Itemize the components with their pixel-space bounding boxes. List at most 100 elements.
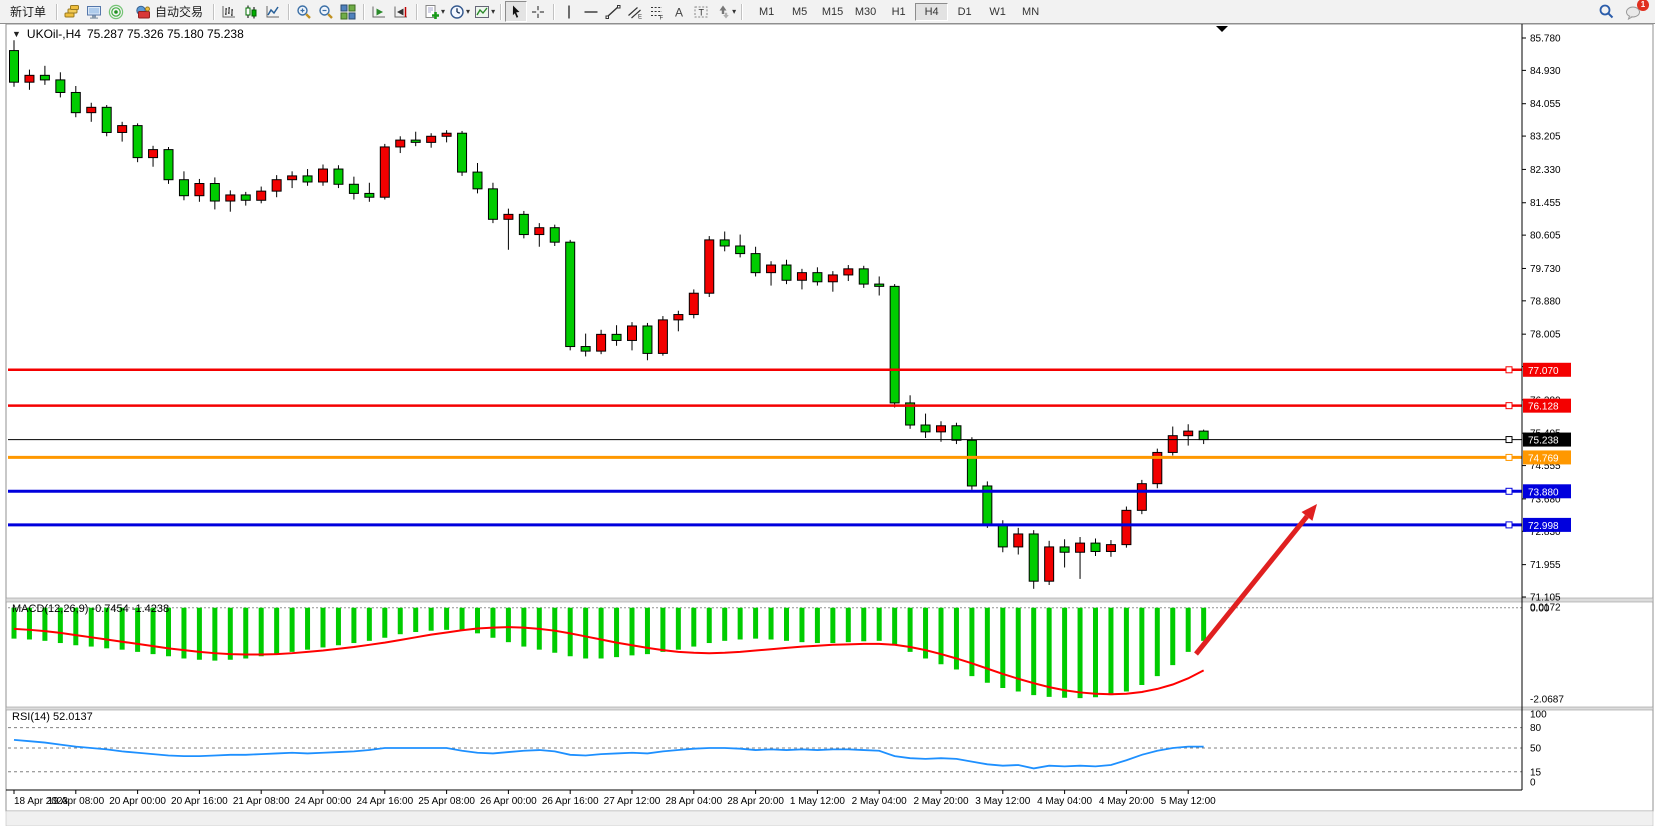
- cursor-icon[interactable]: [505, 1, 527, 22]
- svg-text:77.070: 77.070: [1528, 366, 1559, 377]
- chart-menu-icon[interactable]: ▼: [12, 29, 21, 39]
- timeframe-m30[interactable]: M30: [849, 3, 882, 21]
- separator: [500, 4, 501, 20]
- svg-text:78.005: 78.005: [1530, 330, 1561, 341]
- svg-text:-2.0687: -2.0687: [1530, 695, 1564, 706]
- hline-icon[interactable]: [580, 1, 602, 22]
- svg-text:80: 80: [1530, 723, 1542, 734]
- chart-symbol: UKOil-,H4: [27, 27, 81, 41]
- new-order-label: 新订单: [10, 3, 46, 20]
- svg-text:78.880: 78.880: [1530, 296, 1561, 307]
- chat-icon[interactable]: 1: [1623, 1, 1645, 22]
- svg-text:25 Apr 08:00: 25 Apr 08:00: [418, 796, 475, 807]
- signal-icon[interactable]: [105, 1, 127, 22]
- vline-icon[interactable]: [558, 1, 580, 22]
- svg-text:84.055: 84.055: [1530, 99, 1561, 110]
- svg-text:5 May 12:00: 5 May 12:00: [1161, 796, 1216, 807]
- svg-text:84.930: 84.930: [1530, 66, 1561, 77]
- timeframe-toolbar: M1M5M15M30H1H4D1W1MN: [750, 3, 1047, 21]
- arrows-icon[interactable]: [712, 1, 734, 22]
- svg-text:2 May 04:00: 2 May 04:00: [852, 796, 907, 807]
- svg-text:85.780: 85.780: [1530, 34, 1561, 45]
- timeframe-h1[interactable]: H1: [882, 3, 915, 21]
- zoom-out-icon[interactable]: [315, 1, 337, 22]
- autotrading-label: 自动交易: [155, 3, 203, 20]
- svg-text:27 Apr 12:00: 27 Apr 12:00: [604, 796, 661, 807]
- channel-icon[interactable]: E: [624, 1, 646, 22]
- navigator-icon[interactable]: [83, 1, 105, 22]
- svg-text:20 Apr 00:00: 20 Apr 00:00: [109, 796, 166, 807]
- svg-text:1 May 12:00: 1 May 12:00: [790, 796, 845, 807]
- svg-text:0.00: 0.00: [1530, 603, 1550, 614]
- svg-text:A: A: [675, 5, 683, 19]
- crosshair-icon[interactable]: [527, 1, 549, 22]
- market-watch-icon[interactable]: [61, 1, 83, 22]
- chart-shift-icon[interactable]: [390, 1, 412, 22]
- svg-text:20 Apr 16:00: 20 Apr 16:00: [171, 796, 228, 807]
- timeframe-h4[interactable]: H4: [915, 3, 948, 21]
- svg-text:28 Apr 20:00: 28 Apr 20:00: [727, 796, 784, 807]
- separator: [288, 4, 289, 20]
- svg-text:100: 100: [1530, 710, 1547, 721]
- text-icon[interactable]: A: [668, 1, 690, 22]
- timeframe-mn[interactable]: MN: [1014, 3, 1047, 21]
- chart-ohlc: 75.287 75.326 75.180 75.238: [87, 27, 244, 41]
- svg-text:74.769: 74.769: [1528, 453, 1559, 464]
- timeframe-d1[interactable]: D1: [948, 3, 981, 21]
- svg-text:24 Apr 00:00: 24 Apr 00:00: [295, 796, 352, 807]
- svg-text:2 May 20:00: 2 May 20:00: [913, 796, 968, 807]
- macd-label: MACD(12,26,9) -0.7454 -1.4238: [12, 603, 169, 615]
- timeframe-m1[interactable]: M1: [750, 3, 783, 21]
- timeframe-m15[interactable]: M15: [816, 3, 849, 21]
- separator: [213, 4, 214, 20]
- svg-text:E: E: [638, 14, 642, 20]
- svg-text:19 Apr 08:00: 19 Apr 08:00: [47, 796, 104, 807]
- svg-text:76.128: 76.128: [1528, 402, 1559, 413]
- svg-text:26 Apr 00:00: 26 Apr 00:00: [480, 796, 537, 807]
- toolbar: 新订单 自动交易: [0, 0, 1655, 24]
- period-icon[interactable]: [446, 1, 468, 22]
- template-icon[interactable]: [471, 1, 493, 22]
- svg-text:3 May 12:00: 3 May 12:00: [975, 796, 1030, 807]
- auto-scroll-icon[interactable]: [368, 1, 390, 22]
- fibonacci-icon[interactable]: F: [646, 1, 668, 22]
- zoom-in-icon[interactable]: [293, 1, 315, 22]
- svg-text:81.455: 81.455: [1530, 198, 1561, 209]
- svg-text:T: T: [699, 7, 705, 17]
- svg-text:0: 0: [1530, 778, 1536, 789]
- autotrading-icon: [133, 1, 152, 22]
- svg-text:79.730: 79.730: [1530, 264, 1561, 275]
- separator: [553, 4, 554, 20]
- chart-title: ▼ UKOil-,H4 75.287 75.326 75.180 75.238: [12, 27, 244, 41]
- bar-chart-icon[interactable]: [218, 1, 240, 22]
- autotrading-button[interactable]: 自动交易: [127, 2, 209, 21]
- chart-canvas[interactable]: 85.78084.93084.05583.20582.33081.45580.6…: [0, 0, 1655, 826]
- svg-text:71.955: 71.955: [1530, 560, 1561, 571]
- svg-text:75.238: 75.238: [1528, 436, 1559, 447]
- svg-text:72.998: 72.998: [1528, 521, 1559, 532]
- svg-text:80.605: 80.605: [1530, 231, 1561, 242]
- svg-text:4 May 20:00: 4 May 20:00: [1099, 796, 1154, 807]
- timeframe-w1[interactable]: W1: [981, 3, 1014, 21]
- add-indicator-icon[interactable]: [421, 1, 443, 22]
- separator: [416, 4, 417, 20]
- mt4-window: 新订单 自动交易: [0, 0, 1655, 826]
- notification-badge: 1: [1637, 0, 1649, 11]
- candle-chart-icon[interactable]: [240, 1, 262, 22]
- text-label-icon[interactable]: T: [690, 1, 712, 22]
- chart-frame: [6, 24, 1653, 811]
- svg-text:F: F: [660, 15, 664, 20]
- svg-text:26 Apr 16:00: 26 Apr 16:00: [542, 796, 599, 807]
- timeframe-m5[interactable]: M5: [783, 3, 816, 21]
- separator: [741, 4, 742, 20]
- svg-text:82.330: 82.330: [1530, 165, 1561, 176]
- search-icon[interactable]: [1595, 1, 1617, 22]
- svg-text:73.880: 73.880: [1528, 487, 1559, 498]
- svg-text:50: 50: [1530, 744, 1542, 755]
- new-order-button[interactable]: 新订单: [4, 2, 52, 21]
- svg-text:21 Apr 08:00: 21 Apr 08:00: [233, 796, 290, 807]
- tile-windows-icon[interactable]: [337, 1, 359, 22]
- line-chart-icon[interactable]: [262, 1, 284, 22]
- trendline-icon[interactable]: [602, 1, 624, 22]
- separator: [56, 4, 57, 20]
